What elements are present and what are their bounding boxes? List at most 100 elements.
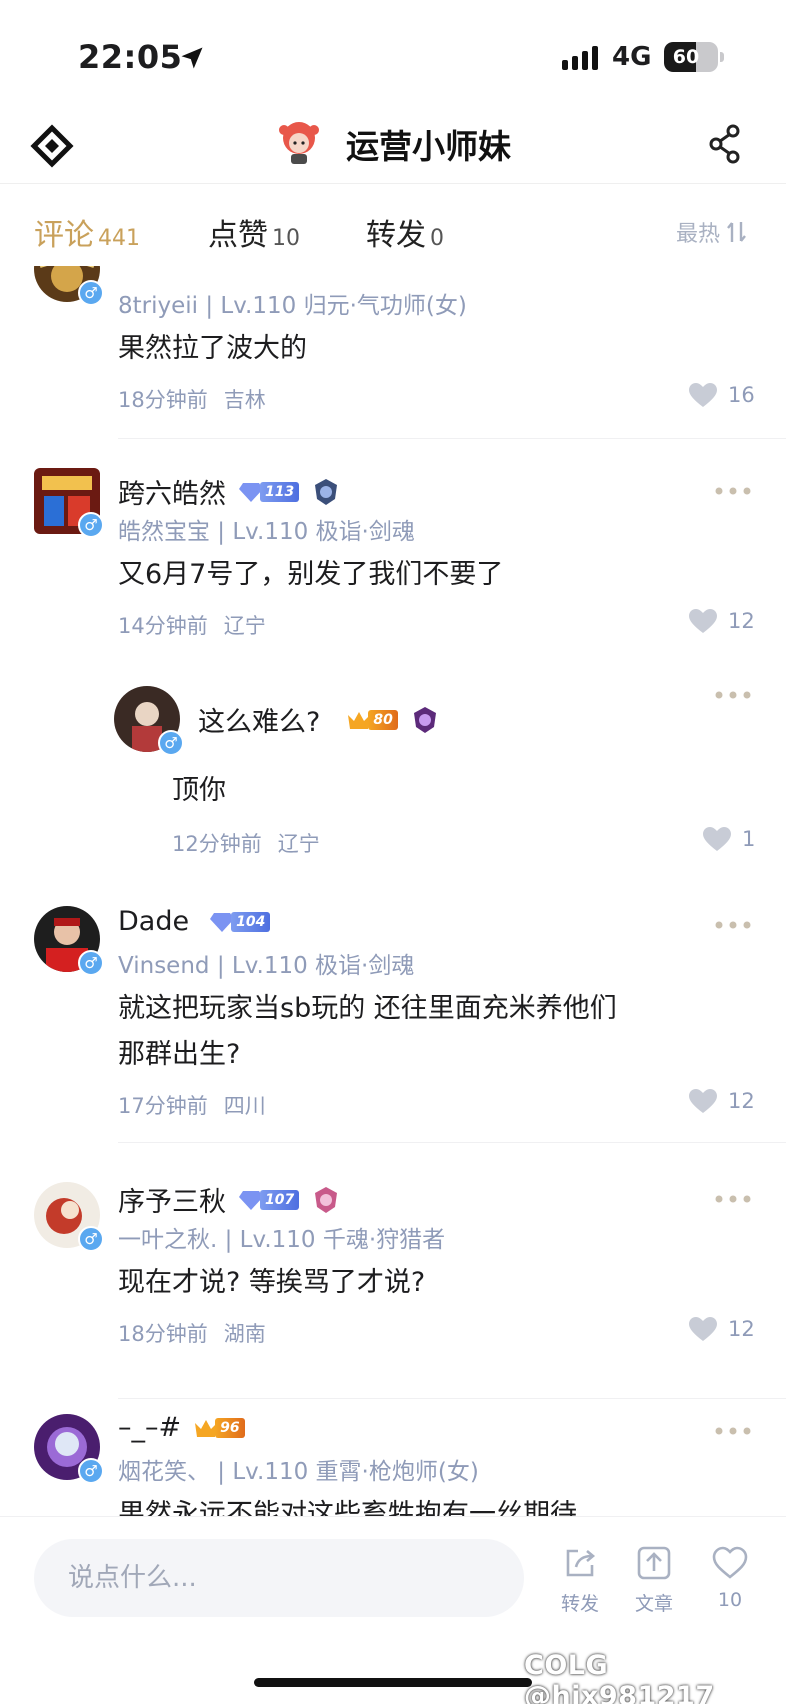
sort-label: 最热: [676, 222, 721, 247]
tab-count: 10: [272, 226, 300, 251]
article-action-button[interactable]: 文章: [624, 1543, 684, 1616]
comment-text: 就这把玩家当sb玩的 还往里面充米养他们 那群出生?: [118, 986, 617, 1078]
user-name[interactable]: Dade: [118, 906, 189, 937]
comment-item[interactable]: ♂ 序予三秋 107 一叶之秋. | Lv.110 千魂·狩猎者 现在才说? 等…: [0, 1180, 786, 1399]
avatar[interactable]: ♂: [34, 266, 104, 306]
name-row: 这么难么? 80: [198, 700, 440, 739]
heart-icon: [689, 1089, 717, 1113]
user-meta: 8triyeii | Lv.110 归元·气功师(女): [118, 293, 467, 319]
more-icon[interactable]: [714, 486, 752, 496]
avatar[interactable]: ♂: [34, 1414, 104, 1484]
network-type: 4G: [612, 42, 652, 72]
watermark: COLG @hjx981217: [524, 1650, 715, 1704]
time-ago: 14分钟前: [118, 614, 208, 638]
level-badge: 113: [238, 480, 300, 504]
location: 辽宁: [223, 614, 266, 638]
more-icon[interactable]: [714, 1194, 752, 1204]
upload-article-icon: [637, 1546, 671, 1580]
article-label: 文章: [634, 1593, 673, 1615]
share-action-button[interactable]: 转发: [550, 1543, 610, 1616]
comment-input[interactable]: [34, 1539, 524, 1617]
comment-item[interactable]: ♂ Dade 104 Vinsend | Lv.110 极诣·剑魂 就这把玩家当…: [0, 906, 786, 1143]
user-name[interactable]: 跨六皓然: [118, 472, 226, 511]
comment-time: 14分钟前 辽宁: [118, 610, 266, 640]
tab-reposts[interactable]: 转发 0: [366, 210, 444, 254]
heart-icon: [689, 383, 717, 407]
time-ago: 18分钟前: [118, 1322, 208, 1346]
user-meta: 皓然宝宝 | Lv.110 极诣·剑魂: [118, 519, 415, 545]
comment-time: 12分钟前 辽宁: [172, 828, 320, 858]
emblem-icon: [315, 478, 338, 505]
battery-icon: 60: [664, 42, 718, 72]
user-meta: Vinsend | Lv.110 极诣·剑魂: [118, 953, 415, 979]
like-count: 12: [728, 609, 755, 633]
reply-item[interactable]: ♂ 这么难么? 80 顶你 12分钟前 辽宁 1: [0, 676, 786, 856]
gender-male-icon: ♂: [78, 1458, 104, 1484]
gender-male-icon: ♂: [78, 512, 104, 538]
user-name[interactable]: –_–#: [118, 1412, 181, 1443]
more-icon[interactable]: [714, 1426, 752, 1436]
diamond-logo-icon[interactable]: [30, 124, 74, 168]
heart-outline-icon: [712, 1546, 748, 1579]
name-row: Dade 104: [118, 906, 271, 937]
tab-bar: 评论 441 点赞 10 转发 0 最热: [0, 184, 786, 266]
repost-icon: [566, 1549, 596, 1577]
like-count: 12: [728, 1317, 755, 1341]
time-ago: 18分钟前: [118, 388, 208, 412]
like-count-label: 10: [717, 1589, 743, 1611]
more-icon[interactable]: [714, 690, 752, 700]
like-button[interactable]: 12: [688, 1088, 755, 1114]
comment-time: 18分钟前 吉林: [118, 384, 266, 414]
like-count: 12: [728, 1089, 755, 1113]
sort-icon: [727, 222, 746, 242]
avatar[interactable]: ♂: [34, 1182, 104, 1252]
user-name[interactable]: 序予三秋: [118, 1180, 226, 1219]
like-action-button[interactable]: 10: [700, 1543, 760, 1611]
emblem-icon: [315, 1186, 338, 1213]
comment-item[interactable]: ♂ 跨六皓然 113 皓然宝宝 | Lv.110 极诣·剑魂 又6月7号了，别发…: [0, 468, 786, 642]
gender-male-icon: ♂: [78, 950, 104, 976]
comment-time: 18分钟前 湖南: [118, 1318, 266, 1348]
name-row: –_–# 96: [118, 1412, 245, 1443]
like-button[interactable]: 12: [688, 608, 755, 634]
comment-feed[interactable]: ♂ 8triyeii | Lv.110 归元·气功师(女) 果然拉了波大的 18…: [0, 266, 786, 1516]
comment-text: 顶你: [172, 775, 226, 806]
avatar[interactable]: ♂: [34, 906, 104, 976]
gender-male-icon: ♂: [158, 730, 184, 756]
tab-label: 点赞: [208, 218, 268, 253]
comment-line: 就这把玩家当sb玩的 还往里面充米养他们: [118, 993, 617, 1024]
like-button[interactable]: 16: [688, 382, 755, 408]
author-avatar[interactable]: [276, 116, 322, 166]
emblem-icon: [413, 706, 436, 733]
tab-comments[interactable]: 评论 441: [34, 210, 140, 254]
comment-input-box[interactable]: [34, 1539, 524, 1617]
status-bar: 22:05 4G 60: [0, 0, 786, 110]
battery-level: 60: [672, 46, 700, 68]
battery-tip: [720, 52, 724, 62]
gender-male-icon: ♂: [78, 1226, 104, 1252]
divider: [118, 1142, 786, 1143]
like-count: 1: [742, 827, 756, 851]
time-ago: 17分钟前: [118, 1094, 208, 1118]
time-ago: 12分钟前: [172, 832, 262, 856]
share-icon[interactable]: [706, 122, 744, 166]
like-count: 16: [728, 383, 755, 407]
avatar[interactable]: ♂: [114, 686, 184, 756]
user-meta: 一叶之秋. | Lv.110 千魂·狩猎者: [118, 1227, 446, 1253]
location-arrow-icon: [181, 47, 203, 69]
location: 湖南: [223, 1322, 266, 1346]
comment-text: 又6月7号了，别发了我们不要了: [118, 559, 504, 590]
heart-icon: [689, 609, 717, 633]
tab-likes[interactable]: 点赞 10: [208, 210, 300, 254]
sort-button[interactable]: 最热: [676, 216, 748, 248]
like-button[interactable]: 12: [688, 1316, 755, 1342]
signal-icon: [562, 46, 598, 70]
like-button[interactable]: 1: [702, 826, 755, 852]
home-indicator: [254, 1678, 532, 1687]
user-name[interactable]: 这么难么?: [198, 700, 320, 739]
comment-item[interactable]: ♂ –_–# 96 烟花笑、 | Lv.110 重霄·枪炮师(女) 果然永远不能…: [0, 1412, 786, 1516]
more-icon[interactable]: [714, 920, 752, 930]
avatar[interactable]: ♂: [34, 468, 104, 538]
heart-icon: [703, 827, 731, 851]
comment-item[interactable]: ♂ 8triyeii | Lv.110 归元·气功师(女) 果然拉了波大的 18…: [0, 266, 786, 439]
